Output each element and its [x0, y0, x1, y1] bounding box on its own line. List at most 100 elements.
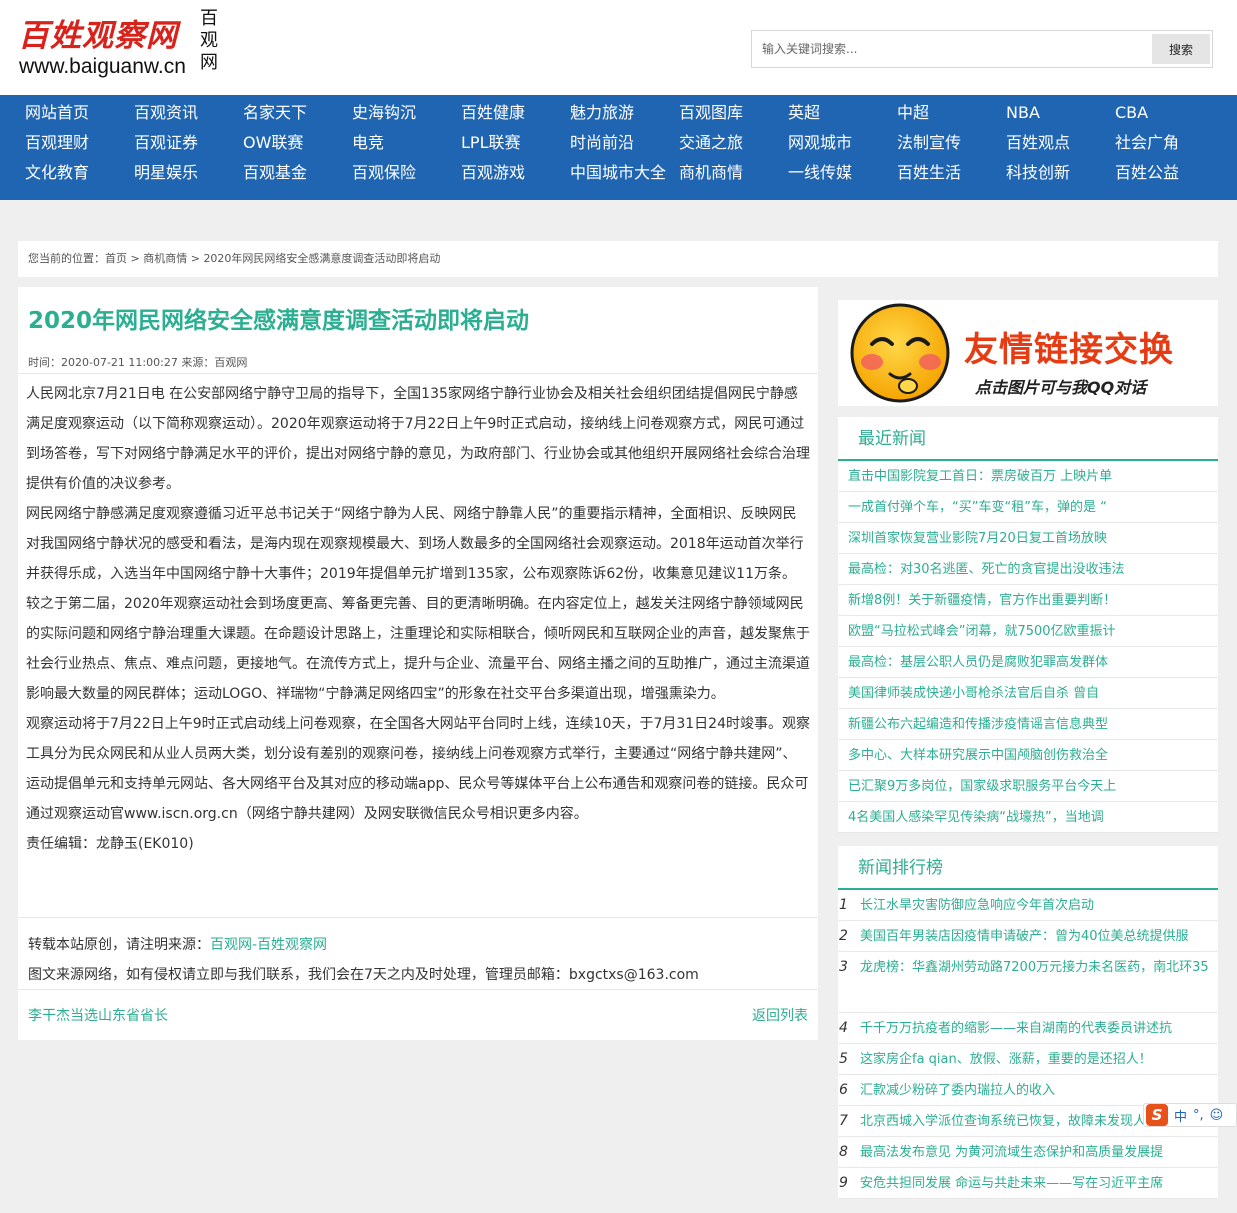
nav-link[interactable]: 科技创新 — [1006, 158, 1115, 188]
nav-link[interactable]: 史海钩沉 — [352, 98, 461, 128]
article-paragraph: 人民网北京7月21日电 在公安部网络宁静守卫局的指导下，全国135家网络宁静行业… — [26, 386, 810, 492]
rank-link[interactable]: 美国百年男装店因疫情申请破产：曾为40位美总统提供服 — [860, 929, 1189, 944]
nav-link[interactable]: 百观理财 — [25, 128, 134, 158]
list-item[interactable]: 美国律师装成快递小哥枪杀法官后自杀 曾自 — [838, 678, 1218, 709]
ime-punct: °, — [1193, 1107, 1204, 1123]
nav-link[interactable]: 名家天下 — [243, 98, 352, 128]
nav-link[interactable]: NBA — [1006, 98, 1115, 128]
nav-link[interactable]: 百观证券 — [134, 128, 243, 158]
rank-link[interactable]: 千千万万抗疫者的缩影——来自湖南的代表委员讲述抗 — [860, 1021, 1172, 1036]
rank-link[interactable]: 北京西城入学派位查询系统已恢复，故障未发现人为因素 — [860, 1114, 1185, 1129]
list-item[interactable]: 深圳首家恢复营业影院7月20日复工首场放映 — [838, 523, 1218, 554]
nav-link[interactable]: 电竞 — [352, 128, 461, 158]
nav-link[interactable]: CBA — [1115, 98, 1224, 128]
nav-link[interactable]: 一线传媒 — [788, 158, 897, 188]
list-item[interactable]: 已汇聚9万多岗位，国家级求职服务平台今天上 — [838, 771, 1218, 802]
nav-link[interactable]: 百观保险 — [352, 158, 461, 188]
nav-link[interactable]: 百观游戏 — [461, 158, 570, 188]
nav-link[interactable]: 法制宣传 — [897, 128, 1006, 158]
logo-url: www.baiguanw.cn — [19, 55, 186, 78]
article-paragraph: 观察运动将于7月22日上午9时正式启动线上问卷观察，在全国各大网站平台同时上线，… — [26, 716, 810, 822]
banner-title: 友情链接交换 — [964, 330, 1174, 370]
list-item[interactable]: 一成首付弹个车，“买”车变“租”车，弹的是 “ — [838, 492, 1218, 523]
divider — [18, 989, 818, 990]
nav-link[interactable]: 中超 — [897, 98, 1006, 128]
nav-link[interactable]: 百观基金 — [243, 158, 352, 188]
article-body: 人民网北京7月21日电 在公安部网络宁静守卫局的指导下，全国135家网络宁静行业… — [26, 379, 810, 859]
search-box: 搜索 — [751, 30, 1213, 68]
copyright-notice: 图文来源网络，如有侵权请立即与我们联系，我们会在7天之内及时处理，管理员邮箱：b… — [28, 967, 699, 983]
rank-link[interactable]: 龙虎榜：华鑫湖州劳动路7200万元接力未名医药，南北环35 — [860, 960, 1209, 975]
friend-link-banner[interactable]: 友情链接交换 点击图片可与我QQ对话 — [838, 300, 1218, 406]
smiley-face-icon — [850, 303, 950, 403]
nav-link[interactable]: 社会广角 — [1115, 128, 1224, 158]
list-item[interactable]: 最高检：对30名逃匿、死亡的贪官提出没收违法 — [838, 554, 1218, 585]
rank-number: 2 — [839, 928, 848, 944]
nav-link[interactable]: 百姓观点 — [1006, 128, 1115, 158]
rank-number: 6 — [839, 1082, 848, 1098]
ime-toolbar[interactable]: S 中 °, ☺ — [1143, 1103, 1237, 1127]
nav-row: 百观理财 百观证券 OW联赛 电竞 LPL联赛 时尚前沿 交通之旅 网观城市 法制宣传 百姓观点社… — [25, 128, 1224, 158]
list-item[interactable]: 8 最高法发布意见 为黄河流域生态保护和高质量发展提 — [838, 1137, 1218, 1168]
nav-link[interactable]: 百姓公益 — [1115, 158, 1224, 188]
nav-link[interactable]: 百姓健康 — [461, 98, 570, 128]
rank-link[interactable]: 最高法发布意见 为黄河流域生态保护和高质量发展提 — [860, 1145, 1163, 1160]
list-item[interactable]: 9 安危共担同发展 命运与共赴未来——写在习近平主席 — [838, 1168, 1218, 1199]
nav-link[interactable]: 百姓生活 — [897, 158, 1006, 188]
nav-link[interactable]: LPL联赛 — [461, 128, 570, 158]
rank-number: 8 — [839, 1144, 848, 1160]
nav-link[interactable]: 网站首页 — [25, 98, 134, 128]
reprint-source-link[interactable]: 百观网-百姓观察网 — [210, 937, 327, 953]
breadcrumb: 您当前的位置：首页 > 商机商情 > 2020年网民网络安全感满意度调查活动即将… — [18, 241, 1218, 277]
site-logo[interactable]: 百姓观察网 百观网 www.baiguanw.cn — [18, 8, 223, 82]
nav-link[interactable]: 百观图库 — [679, 98, 788, 128]
list-item[interactable]: 最高检：基层公职人员仍是腐败犯罪高发群体 — [838, 647, 1218, 678]
back-to-list-link[interactable]: 返回列表 — [752, 1005, 808, 1025]
breadcrumb-category[interactable]: 商机商情 — [143, 252, 187, 265]
sogou-ime-icon: S — [1146, 1104, 1168, 1126]
nav-link[interactable]: 英超 — [788, 98, 897, 128]
rank-number: 3 — [839, 959, 848, 975]
nav-link[interactable]: 时尚前沿 — [570, 128, 679, 158]
rank-link[interactable]: 安危共担同发展 命运与共赴未来——写在习近平主席 — [860, 1176, 1163, 1191]
list-item[interactable]: 1 长江水旱灾害防御应急响应今年首次启动 — [838, 890, 1218, 921]
rank-number: 4 — [839, 1020, 848, 1036]
list-item[interactable]: 5 这家房企fa qian、放假、涨薪，重要的是还招人！ — [838, 1044, 1218, 1075]
nav-link[interactable]: 交通之旅 — [679, 128, 788, 158]
nav-link[interactable]: OW联赛 — [243, 128, 352, 158]
list-item[interactable]: 6 汇款减少粉碎了委内瑞拉人的收入 — [838, 1075, 1218, 1106]
ime-emoji-icon[interactable]: ☺ — [1210, 1108, 1224, 1123]
divider — [18, 917, 818, 918]
list-item[interactable]: 4名美国人感染罕见传染病“战壕热”，当地调 — [838, 802, 1218, 833]
nav-link[interactable]: 商机商情 — [679, 158, 788, 188]
nav-row: 文化教育 明星娱乐 百观基金 百观保险 百观游戏 中国城市大全 商机商情 一线传媒 百姓生活 科技… — [25, 158, 1224, 188]
rank-number: 7 — [839, 1113, 848, 1129]
nav-link[interactable]: 网观城市 — [788, 128, 897, 158]
list-item[interactable]: 4 千千万万抗疫者的缩影——来自湖南的代表委员讲述抗 — [838, 1013, 1218, 1044]
rank-link[interactable]: 长江水旱灾害防御应急响应今年首次启动 — [860, 898, 1094, 913]
breadcrumb-current: 2020年网民网络安全感满意度调查活动即将启动 — [203, 252, 441, 265]
breadcrumb-home[interactable]: 首页 — [105, 252, 127, 265]
nav-link[interactable]: 百观资讯 — [134, 98, 243, 128]
list-item[interactable]: 2 美国百年男装店因疫情申请破产：曾为40位美总统提供服 — [838, 921, 1218, 952]
ime-mode: 中 — [1174, 1109, 1188, 1125]
prev-article-link[interactable]: 李干杰当选山东省省长 — [28, 1005, 168, 1025]
list-item[interactable]: 3 龙虎榜：华鑫湖州劳动路7200万元接力未名医药，南北环35 — [838, 952, 1218, 1013]
rank-link[interactable]: 汇款减少粉碎了委内瑞拉人的收入 — [860, 1083, 1055, 1098]
rank-link[interactable]: 这家房企fa qian、放假、涨薪，重要的是还招人！ — [860, 1052, 1152, 1067]
nav-row: 网站首页 百观资讯 名家天下 史海钩沉 百姓健康 魅力旅游 百观图库 英超 中超 NBA CBA — [25, 98, 1224, 128]
search-button[interactable]: 搜索 — [1152, 34, 1210, 64]
nav-link[interactable]: 明星娱乐 — [134, 158, 243, 188]
list-item[interactable]: 多中心、大样本研究展示中国颅脑创伤救治全 — [838, 740, 1218, 771]
recent-news-title: 最近新闻 — [838, 417, 1218, 461]
reprint-notice: 转载本站原创，请注明来源：百观网-百姓观察网 — [28, 930, 699, 960]
list-item[interactable]: 直击中国影院复工首日：票房破百万 上映片单 — [838, 461, 1218, 492]
nav-link[interactable]: 魅力旅游 — [570, 98, 679, 128]
nav-link[interactable]: 文化教育 — [25, 158, 134, 188]
nav-link[interactable]: 中国城市大全 — [570, 158, 679, 188]
list-item[interactable]: 欧盟“马拉松式峰会”闭幕，就7500亿欧重振计 — [838, 616, 1218, 647]
list-item[interactable]: 新疆公布六起编造和传播涉疫情谣言信息典型 — [838, 709, 1218, 740]
reprint-prefix: 转载本站原创，请注明来源： — [28, 937, 210, 953]
search-input[interactable] — [752, 31, 1152, 67]
list-item[interactable]: 新增8例！关于新疆疫情，官方作出重要判断！ — [838, 585, 1218, 616]
